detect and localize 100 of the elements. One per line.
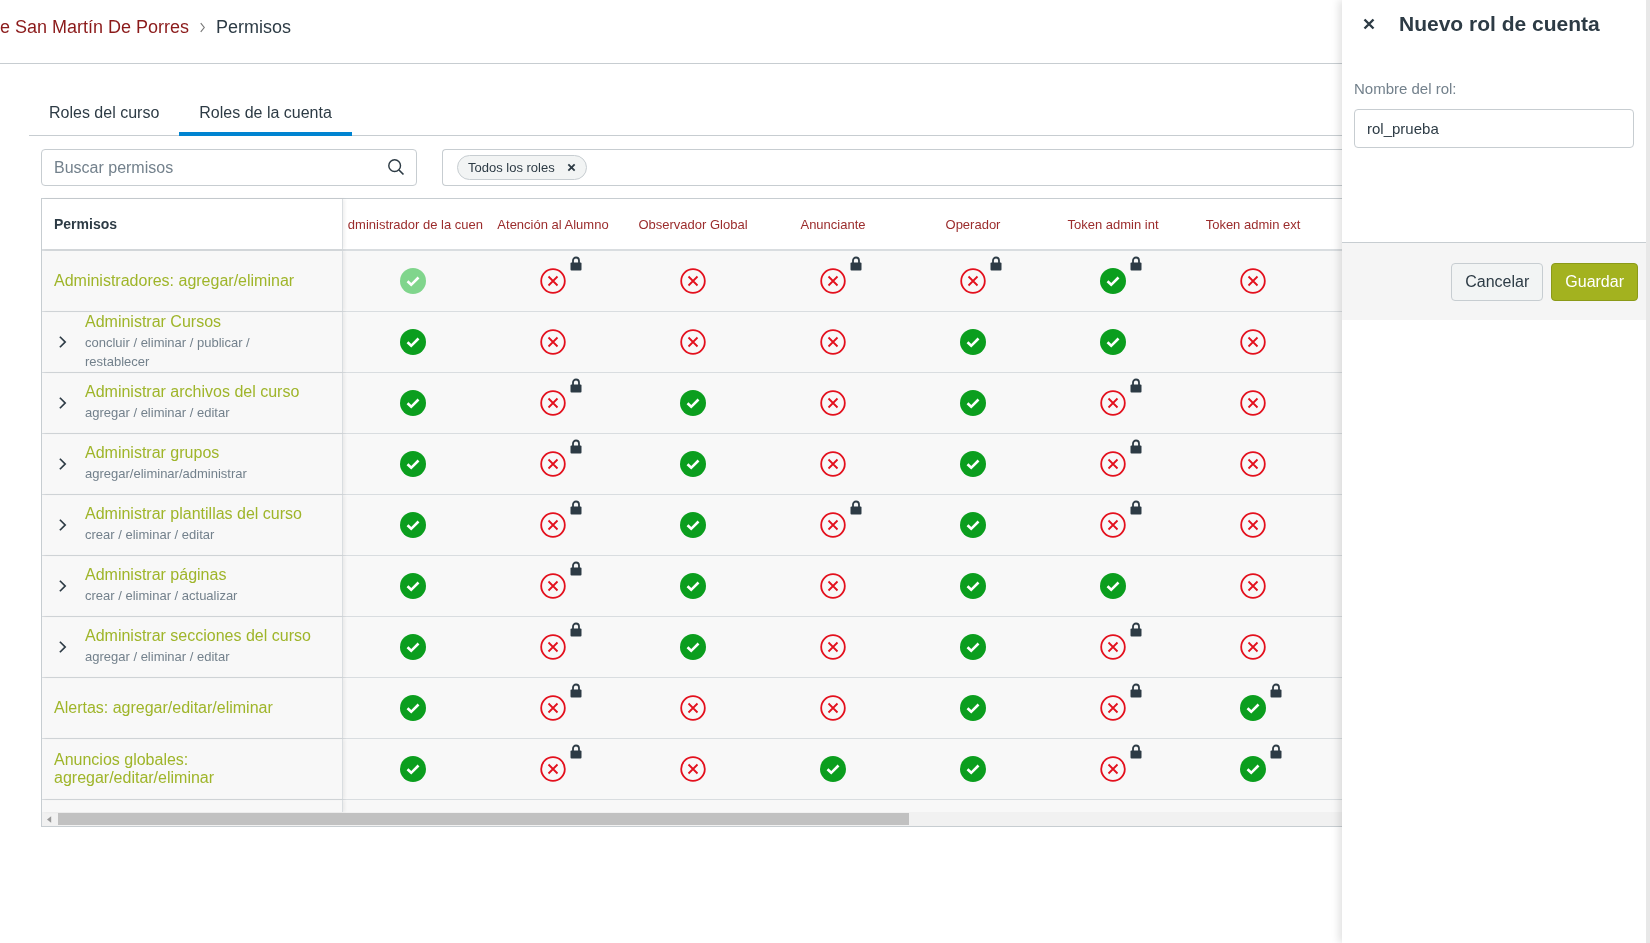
lock-icon xyxy=(570,622,582,637)
cross-icon xyxy=(820,695,846,721)
permission-description: agregar / eliminar / editar xyxy=(85,648,231,667)
check-icon xyxy=(960,451,986,477)
cross-icon xyxy=(960,268,986,294)
lock-icon xyxy=(1130,378,1142,393)
permission-description: agregar/eliminar/administrar xyxy=(85,465,247,484)
cross-icon xyxy=(1240,268,1266,294)
cross-icon xyxy=(820,512,846,538)
lock-icon xyxy=(570,500,582,515)
column-header[interactable]: dministrador de la cuen xyxy=(347,216,483,232)
cross-icon xyxy=(540,756,566,782)
check-icon xyxy=(820,756,846,782)
breadcrumb-current: Permisos xyxy=(216,17,292,38)
column-header[interactable]: Operador xyxy=(945,216,1001,232)
lock-icon xyxy=(850,500,862,515)
check-icon xyxy=(960,329,986,355)
horizontal-scrollbar[interactable] xyxy=(42,812,1342,826)
column-header[interactable]: Atención al Alumno xyxy=(497,216,609,232)
cross-icon xyxy=(540,695,566,721)
scrollbar-thumb[interactable] xyxy=(58,813,909,825)
check-icon xyxy=(400,573,426,599)
cross-icon xyxy=(540,634,566,660)
lock-icon xyxy=(1130,256,1142,271)
cancel-button[interactable]: Cancelar xyxy=(1451,262,1544,301)
role-name-field[interactable]: rol_prueba xyxy=(1354,109,1634,148)
cross-icon xyxy=(680,695,706,721)
cross-icon xyxy=(1240,390,1266,416)
lock-icon xyxy=(570,439,582,454)
lock-icon xyxy=(570,683,582,698)
cross-icon xyxy=(540,573,566,599)
cross-icon xyxy=(540,329,566,355)
chevron-icon[interactable] xyxy=(58,396,67,410)
cross-icon xyxy=(540,268,566,294)
cross-icon xyxy=(1100,695,1126,721)
tab[interactable]: Roles del curso xyxy=(29,94,180,136)
cross-icon xyxy=(1100,756,1126,782)
column-header: Permisos xyxy=(54,216,118,232)
role-filter-field[interactable]: Todos los roles xyxy=(442,149,1342,186)
lock-icon xyxy=(1130,683,1142,698)
cross-icon xyxy=(1100,512,1126,538)
chevron-icon[interactable] xyxy=(58,640,67,654)
lock-icon xyxy=(850,256,862,271)
check-icon xyxy=(960,756,986,782)
column-header[interactable]: Observador Global xyxy=(638,216,748,232)
tab[interactable]: Roles de la cuenta xyxy=(179,94,352,136)
column-header[interactable]: Token admin ext xyxy=(1205,216,1301,232)
check-icon xyxy=(680,573,706,599)
cross-icon xyxy=(1240,573,1266,599)
lock-icon xyxy=(1270,683,1282,698)
lock-icon xyxy=(1130,439,1142,454)
check-icon xyxy=(960,695,986,721)
cross-icon xyxy=(680,329,706,355)
lock-icon xyxy=(1130,500,1142,515)
field-label: Nombre del rol: xyxy=(1354,80,1458,97)
permission-description: concluir / eliminar / publicar / restablecer xyxy=(85,333,251,371)
check-icon xyxy=(400,329,426,355)
lock-icon xyxy=(1270,744,1282,759)
check-icon xyxy=(680,512,706,538)
chevron-icon xyxy=(199,22,207,33)
permission-description: crear / eliminar / actualizar xyxy=(85,587,238,606)
cross-icon xyxy=(820,390,846,416)
close-icon[interactable] xyxy=(566,163,576,172)
chevron-icon[interactable] xyxy=(58,335,67,349)
check-icon xyxy=(960,512,986,538)
check-icon xyxy=(400,634,426,660)
column-header[interactable]: Token admin int xyxy=(1067,216,1159,232)
check-icon xyxy=(400,390,426,416)
tag-label: Todos los roles xyxy=(468,160,555,175)
breadcrumb-link[interactable]: e San Martín De Porres xyxy=(0,17,190,38)
check-icon xyxy=(400,695,426,721)
cross-icon xyxy=(680,268,706,294)
chevron-icon[interactable] xyxy=(58,518,67,532)
lock-icon xyxy=(1130,744,1142,759)
check-icon xyxy=(400,268,426,294)
lock-icon xyxy=(990,256,1002,271)
filter-tag[interactable]: Todos los roles xyxy=(457,155,587,180)
cross-icon xyxy=(1240,512,1266,538)
chevron-icon[interactable] xyxy=(58,457,67,471)
cross-icon xyxy=(1240,329,1266,355)
check-icon xyxy=(400,756,426,782)
cross-icon xyxy=(1240,451,1266,477)
permission-description: agregar / eliminar / editar xyxy=(85,404,231,423)
scroll-left-icon[interactable] xyxy=(47,815,52,823)
check-icon xyxy=(1100,329,1126,355)
cross-icon xyxy=(540,451,566,477)
check-icon xyxy=(1100,573,1126,599)
check-icon xyxy=(960,573,986,599)
column-header[interactable]: Anunciante xyxy=(800,216,866,232)
check-icon xyxy=(1100,268,1126,294)
lock-icon xyxy=(570,256,582,271)
check-icon xyxy=(400,512,426,538)
lock-icon xyxy=(570,744,582,759)
check-icon xyxy=(400,451,426,477)
check-icon xyxy=(1240,756,1266,782)
cross-icon xyxy=(680,756,706,782)
cross-icon xyxy=(540,390,566,416)
search-field[interactable]: Buscar permisos xyxy=(41,149,417,186)
cross-icon xyxy=(1100,634,1126,660)
chevron-icon[interactable] xyxy=(58,579,67,593)
